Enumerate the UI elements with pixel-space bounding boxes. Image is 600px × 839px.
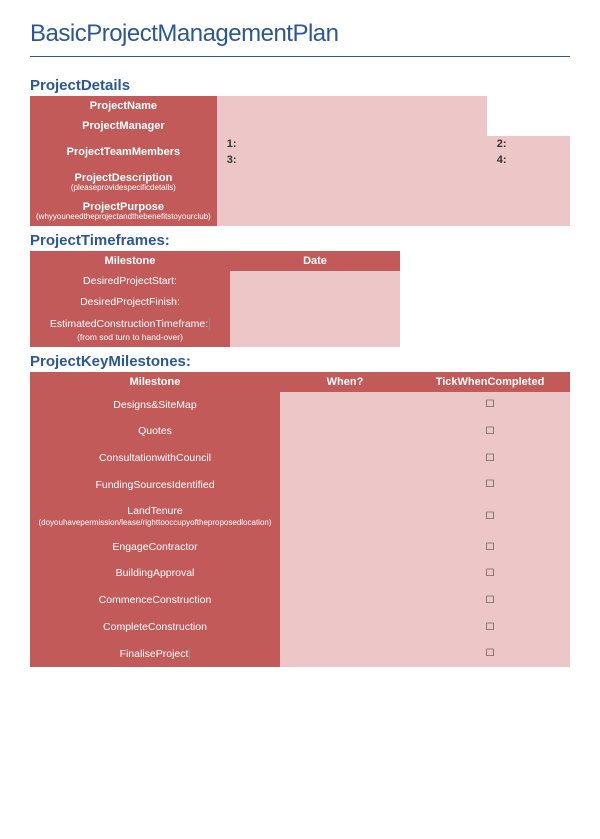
table-header-row: Milestone Date [30,251,400,271]
project-details-table: ProjectName ProjectManager ProjectTeamMe… [30,96,570,226]
table-row: CommenceConstruction ☐ [30,587,570,614]
milestone-tick[interactable]: ☐ [410,445,570,472]
table-row: FinaliseProject ☐ [30,641,570,668]
milestone-when[interactable] [280,614,410,641]
table-row: DesiredProjectFinish: [30,292,400,314]
milestone-label: LandTenure(doyouhavepermission/lease/rig… [30,498,280,533]
label-project-name: ProjectName [30,96,217,116]
page-title: BasicProjectManagementPlan [30,20,570,57]
table-header-row: Milestone When? TickWhenCompleted [30,372,570,392]
milestone-tick[interactable]: ☐ [410,641,570,668]
label-project-purpose: ProjectPurpose (whyyouneedtheprojectandt… [30,197,217,226]
table-row: Quotes ☐ [30,418,570,445]
milestone-when[interactable] [280,641,410,668]
label-start: DesiredProjectStart: [30,271,230,293]
milestone-when[interactable] [280,560,410,587]
milestone-label: Quotes [30,418,280,445]
milestone-when[interactable] [280,392,410,419]
label-project-manager: ProjectManager [30,116,217,136]
milestone-when[interactable] [280,472,410,499]
milestone-label: CommenceConstruction [30,587,280,614]
section-project-details: ProjectDetails [30,77,570,94]
key-milestones-table: Milestone When? TickWhenCompleted Design… [30,372,570,668]
section-key-milestones: ProjectKeyMilestones: [30,353,570,370]
milestone-tick[interactable]: ☐ [410,472,570,499]
col-date: Date [230,251,400,271]
col-tick: TickWhenCompleted [410,372,570,392]
value-project-purpose[interactable] [217,197,570,226]
label-project-description: ProjectDescription (pleaseprovidespecifi… [30,168,217,197]
value-project-description[interactable] [217,168,570,197]
col-milestone: Milestone [30,372,280,392]
milestone-label: BuildingApproval [30,560,280,587]
milestone-tick[interactable]: ☐ [410,534,570,561]
label-team-members: ProjectTeamMembers [30,136,217,168]
timeframes-table: Milestone Date DesiredProjectStart: Desi… [30,251,400,347]
milestone-tick[interactable]: ☐ [410,614,570,641]
table-row: FundingSourcesIdentified ☐ [30,472,570,499]
table-row: ProjectManager [30,116,570,136]
table-row: Designs&SiteMap ☐ [30,392,570,419]
milestone-label: EngageContractor [30,534,280,561]
value-construction-timeframe[interactable] [230,314,400,347]
milestone-when[interactable] [280,534,410,561]
table-row: DesiredProjectStart: [30,271,400,293]
milestone-when[interactable] [280,498,410,533]
milestone-tick[interactable]: ☐ [410,560,570,587]
team-member-1[interactable]: 1: [217,136,487,152]
value-finish-date[interactable] [230,292,400,314]
table-row: ConsultationwithCouncil ☐ [30,445,570,472]
table-row: BuildingApproval ☐ [30,560,570,587]
label-construction-timeframe: EstimatedConstructionTimeframe: (from so… [30,314,230,347]
table-row: ProjectDescription (pleaseprovidespecifi… [30,168,570,197]
milestone-label: FundingSourcesIdentified [30,472,280,499]
milestone-when[interactable] [280,587,410,614]
table-row: LandTenure(doyouhavepermission/lease/rig… [30,498,570,533]
milestone-tick[interactable]: ☐ [410,418,570,445]
milestone-label: Designs&SiteMap [30,392,280,419]
table-row: ProjectPurpose (whyyouneedtheprojectandt… [30,197,570,226]
col-when: When? [280,372,410,392]
col-milestone: Milestone [30,251,230,271]
team-member-2[interactable]: 2: [487,136,570,152]
milestone-label: FinaliseProject [30,641,280,668]
table-row: ProjectTeamMembers 1: 2: [30,136,570,152]
team-member-3[interactable]: 3: [217,152,487,168]
value-project-name[interactable] [217,96,487,116]
milestone-label: CompleteConstruction [30,614,280,641]
label-finish: DesiredProjectFinish: [30,292,230,314]
table-row: EstimatedConstructionTimeframe: (from so… [30,314,400,347]
milestone-tick[interactable]: ☐ [410,498,570,533]
value-start-date[interactable] [230,271,400,293]
milestone-when[interactable] [280,418,410,445]
milestone-tick[interactable]: ☐ [410,392,570,419]
team-member-4[interactable]: 4: [487,152,570,168]
table-row: CompleteConstruction ☐ [30,614,570,641]
milestone-tick[interactable]: ☐ [410,587,570,614]
milestone-when[interactable] [280,445,410,472]
table-row: ProjectName [30,96,570,116]
section-project-timeframes: ProjectTimeframes: [30,232,570,249]
value-project-manager[interactable] [217,116,487,136]
milestone-label: ConsultationwithCouncil [30,445,280,472]
table-row: EngageContractor ☐ [30,534,570,561]
